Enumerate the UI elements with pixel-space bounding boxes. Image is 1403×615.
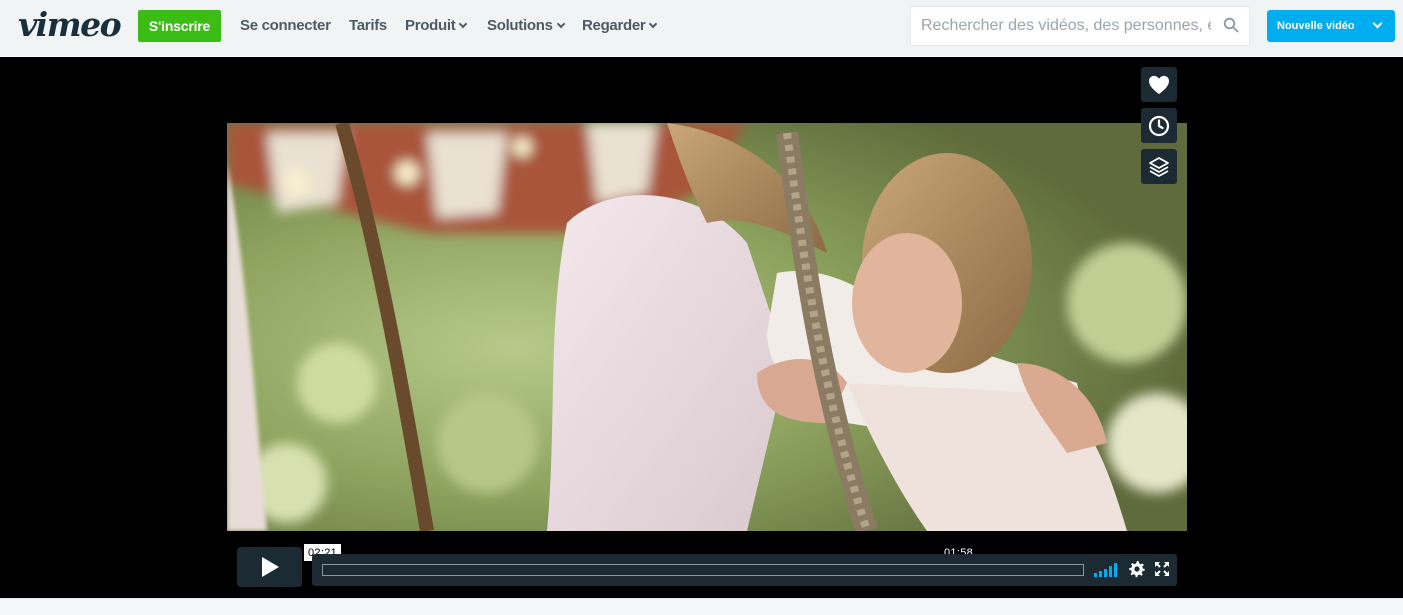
fullscreen-icon[interactable] (1154, 561, 1170, 577)
controls-bar (312, 554, 1177, 586)
watch-menu-label: Regarder (582, 17, 646, 34)
layers-icon (1149, 156, 1169, 177)
signup-button[interactable]: S'inscrire (138, 10, 221, 42)
solutions-menu-label: Solutions (487, 17, 553, 34)
video-still (227, 123, 1187, 531)
new-video-button[interactable]: Nouvelle vidéo (1267, 10, 1395, 42)
clock-icon (1148, 115, 1170, 136)
search-icon[interactable] (1223, 17, 1239, 33)
pricing-link[interactable]: Tarifs (349, 17, 387, 35)
chevron-down-icon (459, 19, 468, 29)
collections-button[interactable] (1141, 149, 1177, 184)
progress-bar[interactable] (322, 564, 1084, 576)
search-input[interactable] (921, 7, 1211, 45)
volume-icon[interactable] (1094, 563, 1120, 577)
top-navigation: vimeo S'inscrire Se connecter Tarifs Pro… (0, 0, 1403, 56)
solutions-menu[interactable]: Solutions (487, 17, 565, 35)
play-icon (261, 557, 279, 577)
watch-later-button[interactable] (1141, 108, 1177, 143)
login-link[interactable]: Se connecter (240, 17, 331, 35)
like-button[interactable] (1141, 67, 1177, 102)
heart-icon (1149, 75, 1169, 94)
video-frame[interactable] (227, 123, 1187, 531)
product-menu-label: Produit (405, 17, 456, 34)
search-box (910, 6, 1250, 46)
video-player: 02:21 01:58 (0, 57, 1403, 598)
chevron-down-icon (649, 19, 658, 29)
vimeo-logo[interactable]: vimeo (18, 5, 122, 45)
product-menu[interactable]: Produit (405, 17, 468, 35)
chevron-down-icon (556, 19, 565, 29)
watch-menu[interactable]: Regarder (582, 17, 658, 35)
chevron-down-icon (1372, 18, 1383, 29)
gear-icon[interactable] (1128, 560, 1146, 578)
play-button[interactable] (237, 547, 302, 587)
page-footer-strip (0, 598, 1403, 615)
new-video-label: Nouvelle vidéo (1277, 20, 1355, 32)
